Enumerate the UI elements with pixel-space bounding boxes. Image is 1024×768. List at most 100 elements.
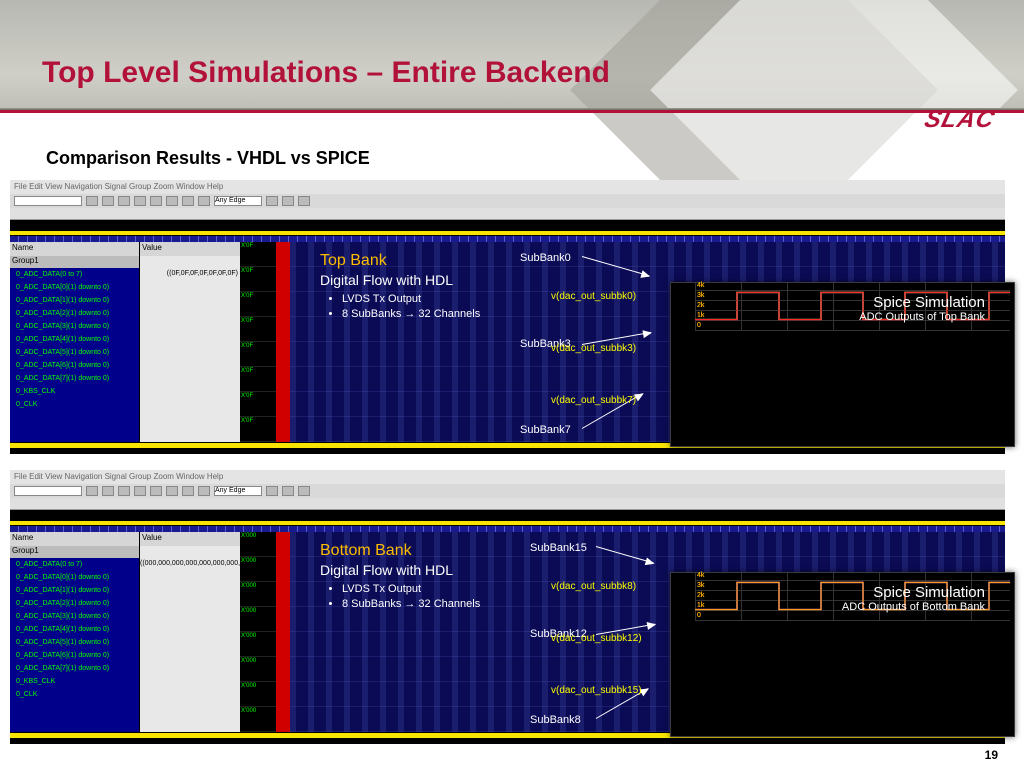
expand-column (276, 532, 290, 732)
toolbar-button[interactable] (182, 196, 194, 206)
toolbar-button[interactable] (166, 196, 178, 206)
tree-node[interactable]: 0_ADC_DATA[7](1) downto 0) (10, 662, 139, 675)
tree-node[interactable]: 0_ADC_DATA[6](1) downto 0) (10, 649, 139, 662)
tree-header: Name (10, 242, 139, 256)
subbank-label: SubBank15 (530, 542, 587, 554)
spice-subtitle: ADC Outputs of Top Bank (859, 311, 985, 323)
toolbar-button[interactable] (166, 486, 178, 496)
app-menubar[interactable]: File Edit View Navigation Signal Group Z… (10, 470, 1005, 484)
flow-label: Digital Flow with HDL (320, 272, 480, 288)
tree-node[interactable]: 0_KBS_CLK (10, 385, 139, 398)
tree-group[interactable]: Group1 (10, 546, 139, 558)
toolbar-button[interactable] (198, 196, 210, 206)
time-field[interactable] (14, 196, 82, 206)
spice-caption: Spice Simulation ADC Outputs of Bottom B… (842, 584, 985, 613)
tree-node[interactable]: 0_ADC_DATA[4](1) downto 0) (10, 333, 139, 346)
ytick: 4k (697, 571, 717, 581)
value-column: Value ((0F,0F,0F,0F,0F,0F,0F) (140, 242, 240, 442)
ytick: 0 (697, 321, 717, 331)
ytick: 1k (697, 311, 717, 321)
bullet-list: LVDS Tx Output 8 SubBanks → 32 Channels (342, 292, 480, 322)
toolbar-button[interactable] (102, 196, 114, 206)
toolbar-button[interactable] (266, 196, 278, 206)
tree-node[interactable]: 0_ADC_DATA[3](1) downto 0) (10, 320, 139, 333)
waveform-area[interactable]: Bottom Bank Digital Flow with HDL LVDS T… (290, 532, 1005, 732)
toolbar-button[interactable] (86, 486, 98, 496)
tree-node[interactable]: 0_CLK (10, 688, 139, 701)
top-bank-panel: File Edit View Navigation Signal Group Z… (10, 180, 1005, 455)
waveform-area[interactable]: Top Bank Digital Flow with HDL LVDS Tx O… (290, 242, 1005, 442)
toolbar-button[interactable] (102, 486, 114, 496)
bullet: 8 SubBanks → 32 Channels (342, 597, 480, 612)
tree-node[interactable]: 0_ADC_DATA[1](1) downto 0) (10, 584, 139, 597)
subtitle: Comparison Results - VHDL vs SPICE (46, 148, 370, 169)
toolbar-button[interactable] (266, 486, 278, 496)
tree-group[interactable]: Group1 (10, 256, 139, 268)
tree-node[interactable]: 0_ADC_DATA[2](1) downto 0) (10, 597, 139, 610)
bullet: LVDS Tx Output (342, 582, 480, 597)
black-line (10, 738, 1005, 744)
toolbar-button[interactable] (118, 486, 130, 496)
app-toolbar[interactable]: Any Edge (10, 194, 1005, 208)
black-line (10, 448, 1005, 454)
signal-tree[interactable]: Name Group1 0_ADC_DATA(0 to 7) 0_ADC_DAT… (10, 532, 140, 732)
time-field[interactable] (14, 486, 82, 496)
ruler-black (10, 220, 1005, 230)
toolbar-button[interactable] (298, 486, 310, 496)
ytick: 3k (697, 291, 717, 301)
trace-label: v(dac_out_subbk15) (551, 685, 642, 696)
edge-field[interactable]: Any Edge (214, 196, 262, 206)
page-title: Top Level Simulations – Entire Backend (42, 56, 610, 90)
app-menubar[interactable]: File Edit View Navigation Signal Group Z… (10, 180, 1005, 194)
toolbar-button[interactable] (282, 196, 294, 206)
edge-field[interactable]: Any Edge (214, 486, 262, 496)
top-bank-annotation: Top Bank Digital Flow with HDL LVDS Tx O… (320, 252, 480, 322)
tree-node[interactable]: 0_CLK (10, 398, 139, 411)
bank-title: Top Bank (320, 252, 480, 270)
tree-node[interactable]: 0_ADC_DATA[4](1) downto 0) (10, 623, 139, 636)
tree-node[interactable]: 0_ADC_DATA[2](1) downto 0) (10, 307, 139, 320)
tree-root[interactable]: 0_ADC_DATA(0 to 7) (10, 268, 139, 281)
app-toolbar-2[interactable] (10, 208, 1005, 220)
app-toolbar-2[interactable] (10, 498, 1005, 510)
marker-column: X'0FX'0FX'0FX'0FX'0FX'0FX'0FX'0F (240, 242, 276, 442)
root-value: ((000,000,000,000,000,000,000,000) (140, 546, 240, 567)
toolbar-button[interactable] (298, 196, 310, 206)
trace-label: v(dac_out_subbk8) (551, 581, 636, 592)
tree-node[interactable]: 0_ADC_DATA[0](1) downto 0) (10, 571, 139, 584)
tree-node[interactable]: 0_ADC_DATA[0](1) downto 0) (10, 281, 139, 294)
trace-label: v(dac_out_subbk7) (551, 395, 636, 406)
trace-label: v(dac_out_subbk0) (551, 291, 636, 302)
tree-node[interactable]: 0_KBS_CLK (10, 675, 139, 688)
bottom-bank-panel: File Edit View Navigation Signal Group Z… (10, 470, 1005, 752)
bank-title: Bottom Bank (320, 542, 480, 560)
subbank-label: SubBank7 (520, 424, 571, 436)
header-divider (0, 108, 1024, 113)
toolbar-button[interactable] (198, 486, 210, 496)
panel-body: Name Group1 0_ADC_DATA(0 to 7) 0_ADC_DAT… (10, 532, 1005, 732)
tree-node[interactable]: 0_ADC_DATA[7](1) downto 0) (10, 372, 139, 385)
toolbar-button[interactable] (118, 196, 130, 206)
toolbar-button[interactable] (134, 486, 146, 496)
toolbar-button[interactable] (282, 486, 294, 496)
ytick: 0 (697, 611, 717, 621)
toolbar-button[interactable] (182, 486, 194, 496)
expand-column (276, 242, 290, 442)
tree-node[interactable]: 0_ADC_DATA[1](1) downto 0) (10, 294, 139, 307)
toolbar-button[interactable] (150, 196, 162, 206)
tree-node[interactable]: 0_ADC_DATA[6](1) downto 0) (10, 359, 139, 372)
toolbar-button[interactable] (150, 486, 162, 496)
toolbar-button[interactable] (86, 196, 98, 206)
tree-node[interactable]: 0_ADC_DATA[5](1) downto 0) (10, 636, 139, 649)
tree-root[interactable]: 0_ADC_DATA(0 to 7) (10, 558, 139, 571)
arrow-icon (596, 546, 654, 563)
bullet: 8 SubBanks → 32 Channels (342, 307, 480, 322)
root-value: ((0F,0F,0F,0F,0F,0F,0F) (140, 256, 240, 277)
signal-tree[interactable]: Name Group1 0_ADC_DATA(0 to 7) 0_ADC_DAT… (10, 242, 140, 442)
tree-node[interactable]: 0_ADC_DATA[3](1) downto 0) (10, 610, 139, 623)
ytick: 2k (697, 591, 717, 601)
slac-logo: SLAC (925, 106, 994, 134)
tree-node[interactable]: 0_ADC_DATA[5](1) downto 0) (10, 346, 139, 359)
toolbar-button[interactable] (134, 196, 146, 206)
app-toolbar[interactable]: Any Edge (10, 484, 1005, 498)
